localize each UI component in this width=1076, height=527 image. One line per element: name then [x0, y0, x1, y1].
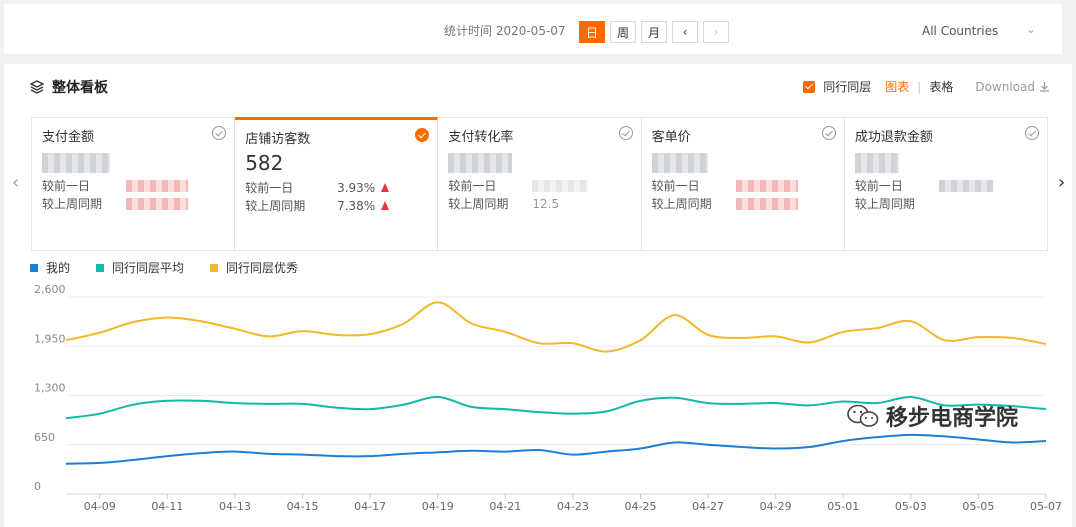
- y-tick-label: 0: [34, 480, 41, 493]
- x-tick-label: 05-03: [895, 500, 927, 513]
- x-tick-label: 04-11: [151, 500, 183, 513]
- x-tick-label: 04-21: [489, 500, 521, 513]
- wechat-icon: [847, 404, 879, 427]
- y-tick-label: 650: [34, 431, 55, 444]
- x-tick-label: 04-09: [84, 500, 116, 513]
- watermark-text: 移步电商学院: [886, 406, 1019, 431]
- x-tick-label: 04-23: [557, 500, 589, 513]
- visitor-trend-chart: 0 650 1,300 1,950 2,600 04-09 04-11 04-13 04-15 0…: [34, 283, 1062, 513]
- x-tick-label: 05-07: [1030, 500, 1062, 513]
- series-line-top[interactable]: [65, 301, 1047, 353]
- x-tick-label: 04-15: [287, 500, 319, 513]
- x-tick-label: 04-27: [692, 500, 724, 513]
- watermark: 移步电商学院: [846, 400, 1018, 432]
- y-tick-label: 2,600: [34, 283, 66, 296]
- y-tick-label: 1,300: [34, 382, 66, 395]
- x-tick-label: 04-13: [219, 500, 251, 513]
- x-tick-label: 04-19: [422, 500, 454, 513]
- x-tick-label: 04-29: [760, 500, 792, 513]
- x-tick-label: 05-01: [827, 500, 859, 513]
- x-tick-label: 04-17: [354, 500, 386, 513]
- y-tick-label: 1,950: [34, 332, 66, 345]
- x-tick-label: 04-25: [624, 500, 656, 513]
- series-line-mine[interactable]: [65, 433, 1047, 465]
- x-tick-label: 05-05: [962, 500, 994, 513]
